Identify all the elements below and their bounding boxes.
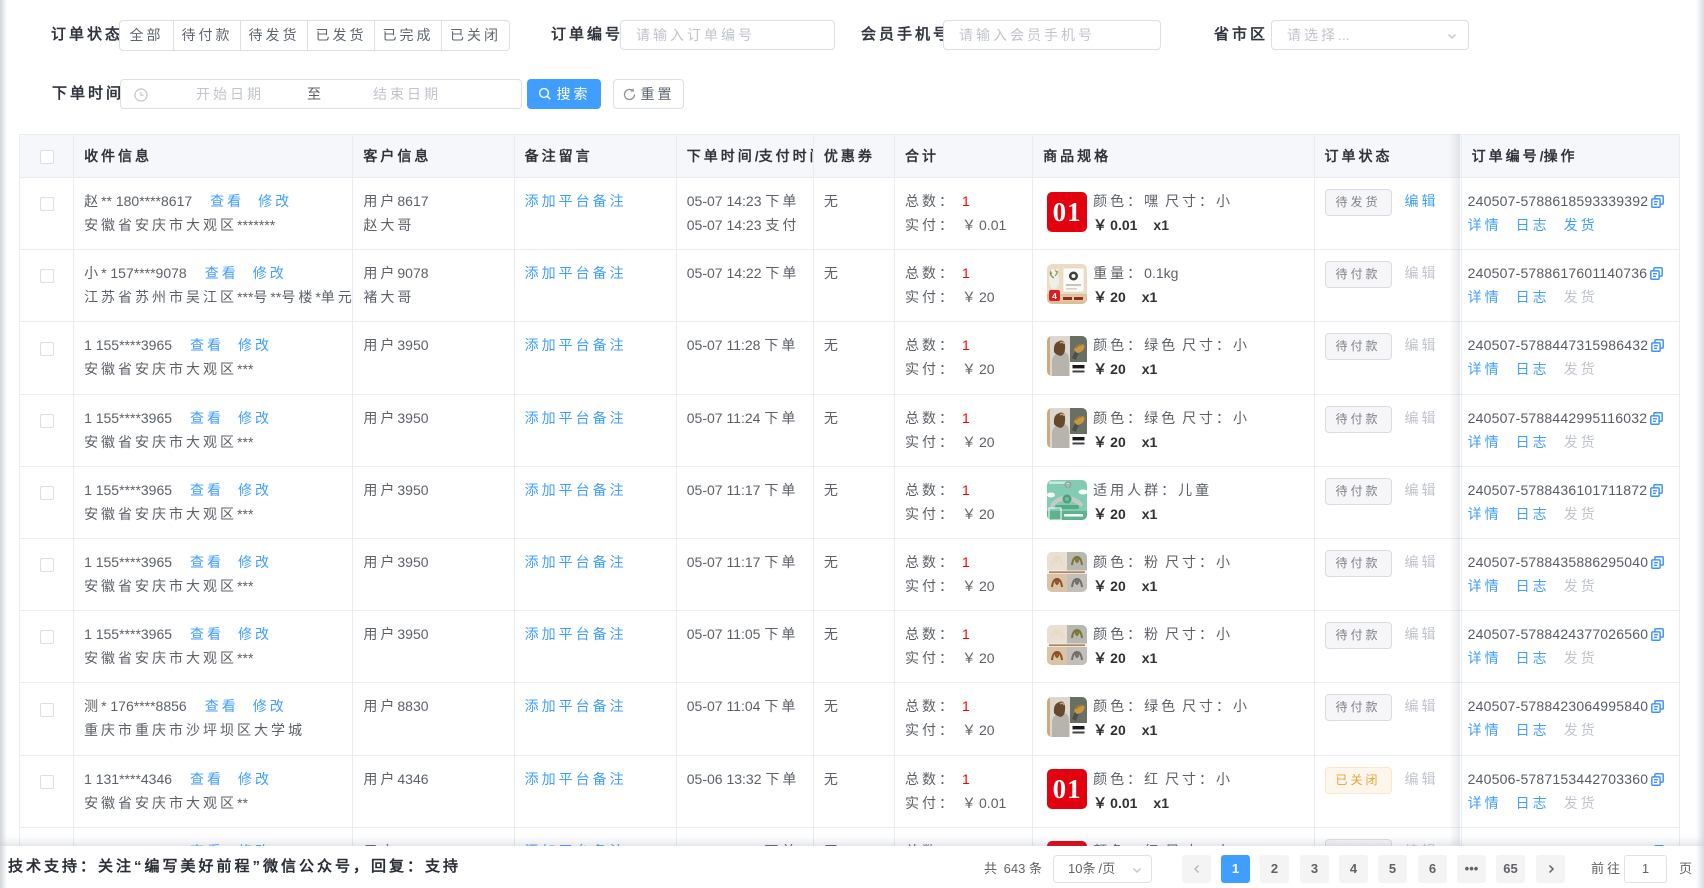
svg-text:4: 4 xyxy=(1052,291,1057,301)
